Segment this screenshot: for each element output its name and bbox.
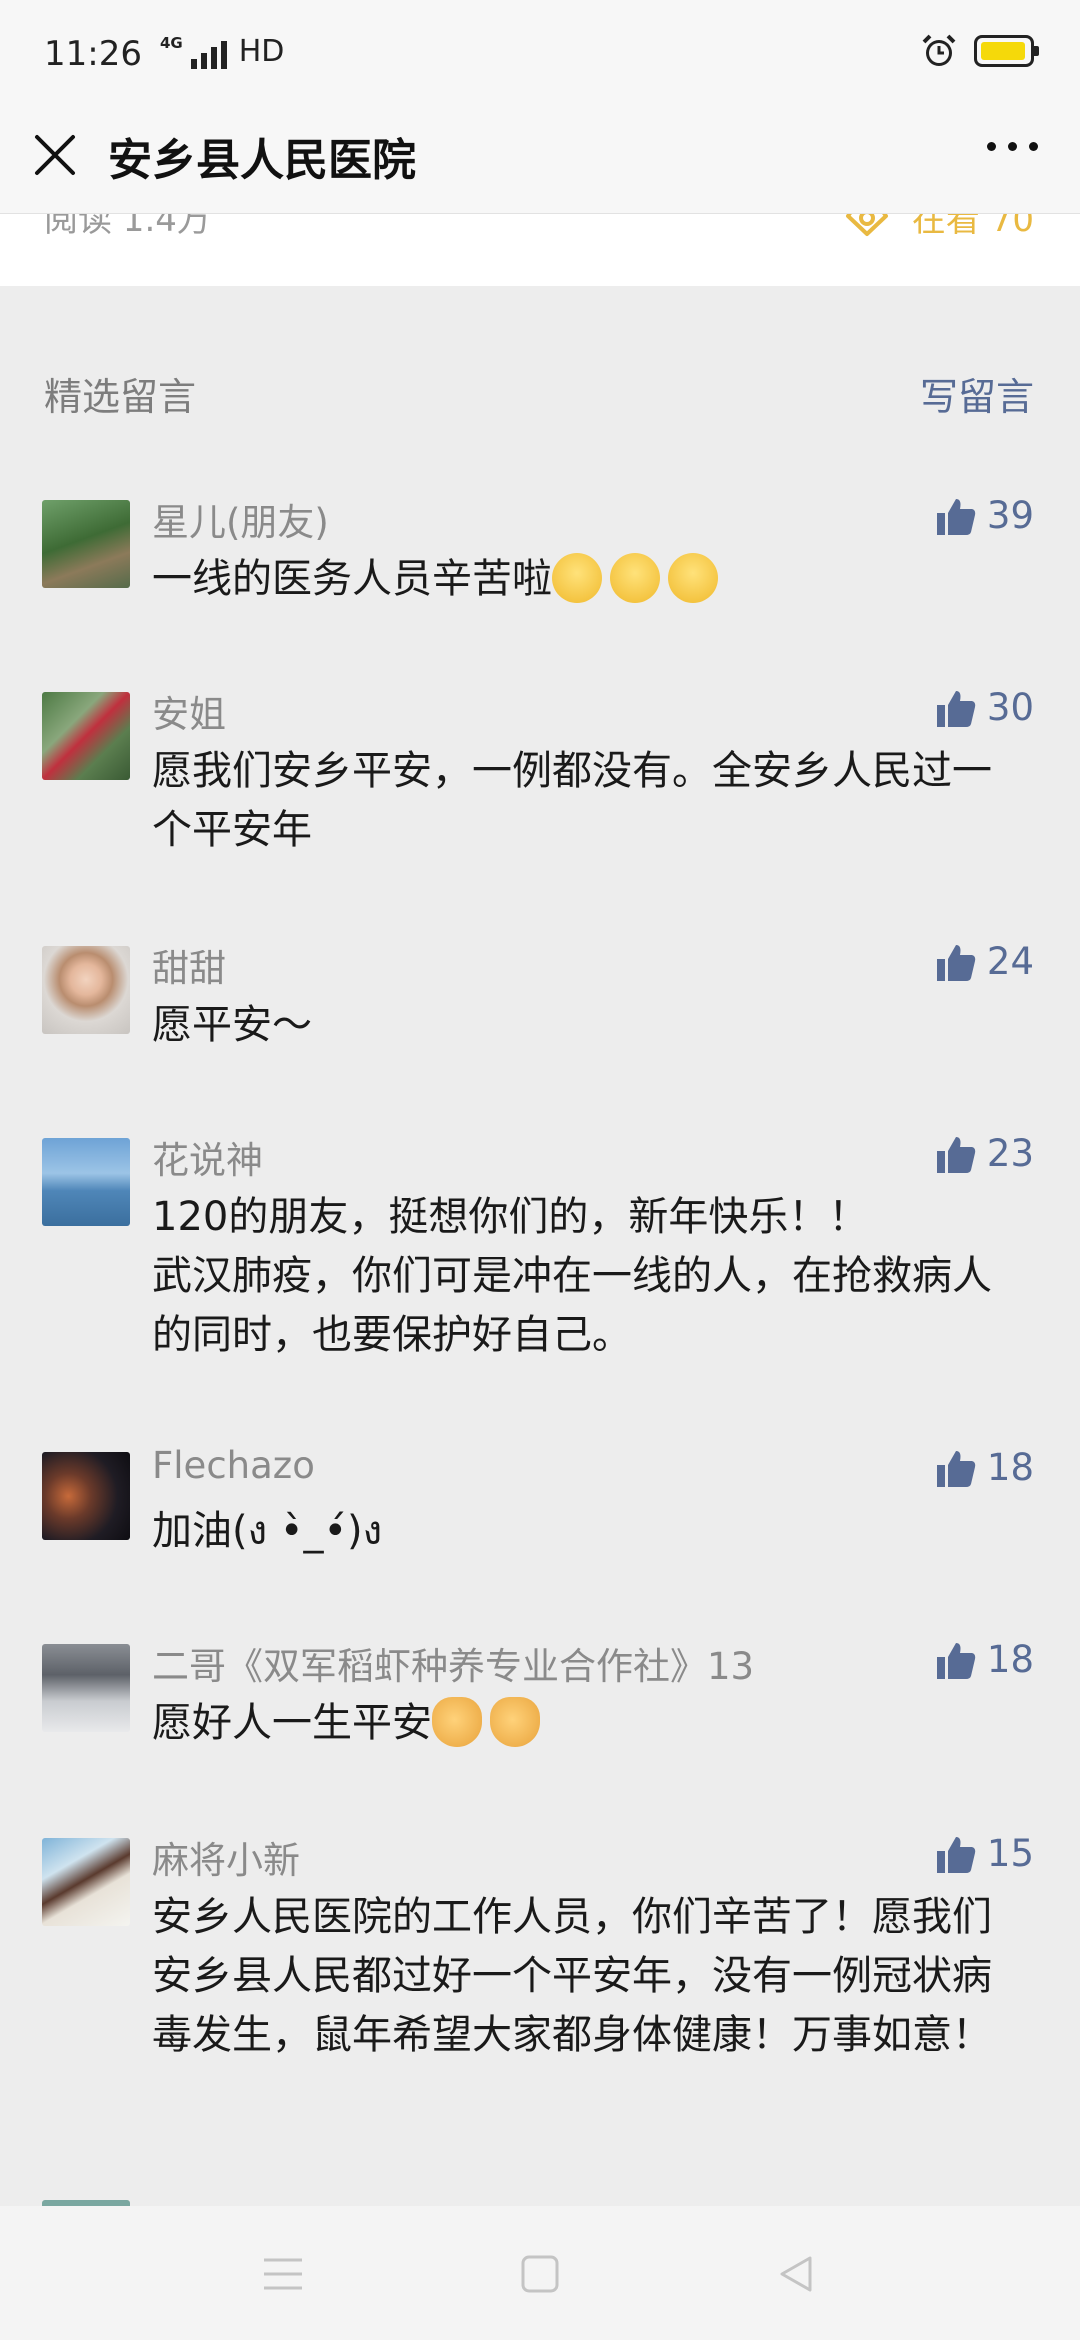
- hd-badge: HD: [238, 34, 285, 69]
- wow-count: 在看 70: [911, 214, 1034, 240]
- article-footer: 阅读 1.4万 在看 70: [0, 214, 1080, 286]
- thumb-up-icon: [936, 1450, 976, 1487]
- page-title: 安乡县人民医院: [108, 135, 416, 186]
- comment-text: 120的朋友，挺想你们的，新年快乐！！ 武汉肺疫，你们可是冲在一线的人，在抢救病…: [152, 1194, 992, 1358]
- avatar[interactable]: [42, 692, 130, 780]
- like-count: 18: [986, 1638, 1034, 1681]
- like-button[interactable]: 23: [935, 1132, 1034, 1175]
- avatar[interactable]: [42, 1644, 130, 1732]
- alarm-icon: [922, 34, 956, 66]
- clap-emoji-icon: [490, 1697, 540, 1747]
- avatar[interactable]: [42, 1452, 130, 1540]
- comment-text: 加油(ง •̀_•́)ง: [152, 1508, 383, 1554]
- like-count: 24: [986, 940, 1034, 983]
- like-count: 39: [986, 494, 1034, 537]
- like-count: 18: [986, 1446, 1034, 1489]
- avatar[interactable]: [42, 946, 130, 1034]
- comment-text: 一线的医务人员辛苦啦: [152, 550, 1012, 609]
- comment-text: 安乡人民医院的工作人员，你们辛苦了！愿我们安乡县人民都过好一个平安年，没有一例冠…: [152, 1894, 992, 2058]
- like-button[interactable]: 18: [935, 1446, 1034, 1489]
- comment-author: Flechazo: [152, 1444, 315, 1487]
- write-comment-link[interactable]: 写留言: [920, 366, 1034, 421]
- wow-icon: [845, 214, 888, 236]
- like-count: 15: [986, 1832, 1034, 1875]
- comment-author: 安姐: [152, 693, 226, 736]
- like-button[interactable]: 15: [935, 1832, 1034, 1875]
- comment-author: 二哥《双军稻虾种养专业合作社》13: [152, 1645, 755, 1688]
- status-time: 11:26: [44, 34, 142, 74]
- comment-author: 麻将小新: [152, 1839, 300, 1882]
- like-button[interactable]: 24: [935, 940, 1034, 983]
- back-icon[interactable]: [776, 2254, 816, 2294]
- avatar[interactable]: [42, 1838, 130, 1926]
- avatar[interactable]: [42, 500, 130, 588]
- avatar[interactable]: [42, 1138, 130, 1226]
- thumb-up-icon: [936, 498, 976, 535]
- system-navigation-bar: [0, 2206, 1080, 2340]
- comment-author: 甜甜: [152, 947, 226, 990]
- smile-emoji-icon: [610, 553, 660, 603]
- network-type: 4G: [160, 34, 183, 52]
- menu-icon[interactable]: [262, 2254, 304, 2294]
- like-button[interactable]: 30: [935, 686, 1034, 729]
- thumb-up-icon: [936, 944, 976, 981]
- thumb-up-icon: [936, 1836, 976, 1873]
- comment-author: 星儿(朋友): [152, 501, 329, 544]
- thumb-up-icon: [936, 1642, 976, 1679]
- like-button[interactable]: 18: [935, 1638, 1034, 1681]
- close-icon[interactable]: [32, 132, 78, 178]
- smile-emoji-icon: [552, 553, 602, 603]
- comment-text: 愿平安～: [152, 1002, 312, 1048]
- comment-text: 愿我们安乡平安，一例都没有。全安乡人民过一个平安年: [152, 748, 992, 853]
- battery-icon: [974, 35, 1039, 67]
- thumb-up-icon: [936, 1136, 976, 1173]
- home-icon[interactable]: [520, 2254, 560, 2294]
- comment-author: 花说神: [152, 1139, 263, 1182]
- comments-header: 精选留言 写留言: [0, 360, 1080, 420]
- status-bar: 11:26 4G HD: [0, 0, 1080, 110]
- nav-bar: 安乡县人民医院: [0, 110, 1080, 214]
- clap-emoji-icon: [432, 1697, 482, 1747]
- like-count: 30: [986, 686, 1034, 729]
- read-count: 阅读 1.4万: [44, 214, 211, 240]
- like-button[interactable]: 39: [935, 494, 1034, 537]
- thumb-up-icon: [936, 690, 976, 727]
- more-options-icon[interactable]: [987, 142, 1038, 151]
- smile-emoji-icon: [668, 553, 718, 603]
- comment-text: 愿好人一生平安: [152, 1694, 1012, 1753]
- comments-section-label: 精选留言: [44, 375, 197, 419]
- signal-indicator: 4G HD: [160, 34, 284, 69]
- wow-button[interactable]: 在看 70: [844, 214, 1034, 241]
- like-count: 23: [986, 1132, 1034, 1175]
